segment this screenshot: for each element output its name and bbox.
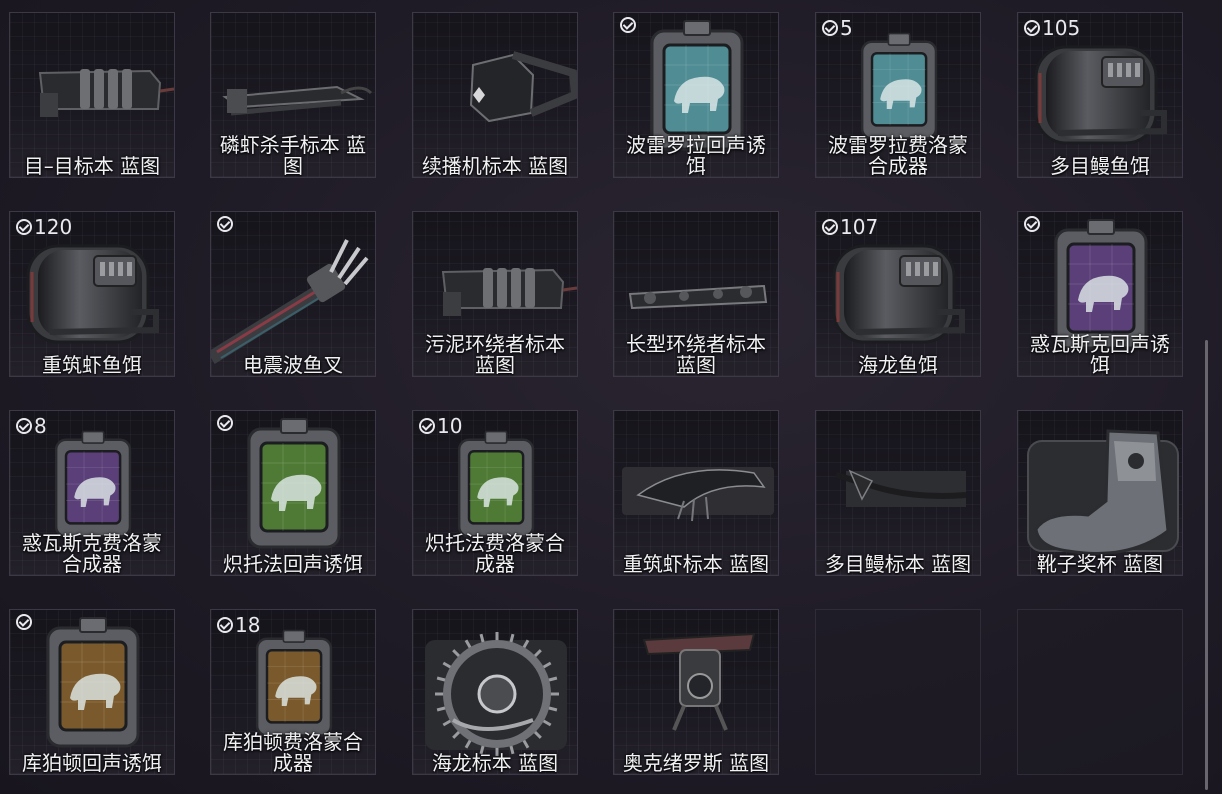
item-label: 库狛顿费洛蒙合成器 <box>223 730 363 775</box>
checkmark-icon <box>16 614 32 630</box>
item-tile[interactable]: 10 炽托法费洛蒙合成器 <box>412 410 578 576</box>
item-label: 磷虾杀手标本 蓝图 <box>219 133 367 178</box>
checkmark-icon <box>217 216 233 232</box>
owned-badge <box>620 17 636 33</box>
owned-badge: 8 <box>16 415 47 437</box>
checkmark-icon <box>217 415 233 431</box>
checkmark-icon <box>822 219 838 235</box>
item-tile[interactable]: 重筑虾标本 蓝图 <box>613 410 779 576</box>
item-tile[interactable]: 18 库狛顿费洛蒙合成器 <box>210 609 376 775</box>
item-label: 续播机标本 蓝图 <box>421 154 569 178</box>
item-label: 惑瓦斯克费洛蒙合成器 <box>22 531 162 576</box>
item-tile[interactable]: 磷虾杀手标本 蓝图 <box>210 12 376 178</box>
scrollbar[interactable] <box>1205 340 1208 790</box>
item-label: 炽托法费洛蒙合成器 <box>425 531 565 576</box>
owned-badge: 10 <box>419 415 462 437</box>
item-tile[interactable]: 靴子奖杯 蓝图 <box>1017 410 1183 576</box>
owned-badge: 5 <box>822 17 853 39</box>
item-count: 105 <box>1042 16 1081 40</box>
item-tile[interactable]: 续播机标本 蓝图 <box>412 12 578 178</box>
item-label: 靴子奖杯 蓝图 <box>1036 552 1164 576</box>
item-label: 多目鳗鱼饵 <box>1050 154 1150 178</box>
item-tile[interactable]: 炽托法回声诱饵 <box>210 410 376 576</box>
checkmark-icon <box>1024 20 1040 36</box>
checkmark-icon <box>217 617 233 633</box>
item-label: 重筑虾鱼饵 <box>42 353 142 377</box>
item-label: 波雷罗拉费洛蒙合成器 <box>828 133 968 178</box>
item-label: 多目鳗标本 蓝图 <box>824 552 972 576</box>
checkmark-icon <box>16 219 32 235</box>
item-tile[interactable]: 120 重筑虾鱼饵 <box>9 211 175 377</box>
item-count: 120 <box>34 215 73 239</box>
empty-slot <box>1017 609 1183 775</box>
item-tile[interactable]: 107 海龙鱼饵 <box>815 211 981 377</box>
item-tile[interactable]: 8 惑瓦斯克费洛蒙合成器 <box>9 410 175 576</box>
item-label: 库狛顿回声诱饵 <box>22 751 162 775</box>
item-count: 8 <box>34 414 47 438</box>
item-count: 18 <box>235 613 261 637</box>
checkmark-icon <box>16 418 32 434</box>
item-tile[interactable]: 105 多目鳗鱼饵 <box>1017 12 1183 178</box>
item-tile[interactable]: 电震波鱼叉 <box>210 211 376 377</box>
owned-badge: 105 <box>1024 17 1080 39</box>
item-label: 波雷罗拉回声诱饵 <box>626 133 766 178</box>
owned-badge <box>1024 216 1040 232</box>
checkmark-icon <box>419 418 435 434</box>
item-tile[interactable]: 库狛顿回声诱饵 <box>9 609 175 775</box>
owned-badge: 120 <box>16 216 72 238</box>
item-tile[interactable]: 波雷罗拉回声诱饵 <box>613 12 779 178</box>
owned-badge <box>217 415 233 431</box>
item-tile[interactable]: 目–目标本 蓝图 <box>9 12 175 178</box>
empty-slot <box>815 609 981 775</box>
item-label: 海龙标本 蓝图 <box>431 751 559 775</box>
item-tile[interactable]: 奥克绪罗斯 蓝图 <box>613 609 779 775</box>
item-label: 污泥环绕者标本 蓝图 <box>425 332 565 377</box>
item-label: 奥克绪罗斯 蓝图 <box>622 751 770 775</box>
item-label: 惑瓦斯克回声诱饵 <box>1030 332 1170 377</box>
item-label: 海龙鱼饵 <box>858 353 938 377</box>
item-count: 10 <box>437 414 463 438</box>
item-label: 目–目标本 蓝图 <box>23 154 161 178</box>
checkmark-icon <box>1024 216 1040 232</box>
item-count: 107 <box>840 215 879 239</box>
item-label: 电震波鱼叉 <box>243 353 343 377</box>
item-tile[interactable]: 惑瓦斯克回声诱饵 <box>1017 211 1183 377</box>
item-label: 重筑虾标本 蓝图 <box>622 552 770 576</box>
item-tile[interactable]: 污泥环绕者标本 蓝图 <box>412 211 578 377</box>
owned-badge: 107 <box>822 216 878 238</box>
item-tile[interactable]: 长型环绕者标本 蓝图 <box>613 211 779 377</box>
checkmark-icon <box>620 17 636 33</box>
item-label: 炽托法回声诱饵 <box>223 552 363 576</box>
owned-badge <box>16 614 32 630</box>
item-tile[interactable]: 海龙标本 蓝图 <box>412 609 578 775</box>
owned-badge <box>217 216 233 232</box>
checkmark-icon <box>822 20 838 36</box>
item-count: 5 <box>840 16 853 40</box>
item-tile[interactable]: 多目鳗标本 蓝图 <box>815 410 981 576</box>
item-label: 长型环绕者标本 蓝图 <box>626 332 766 377</box>
item-tile[interactable]: 5 波雷罗拉费洛蒙合成器 <box>815 12 981 178</box>
owned-badge: 18 <box>217 614 260 636</box>
item-grid: 目–目标本 蓝图 磷虾杀手标本 蓝图 续播机标本 蓝图 波雷罗拉回声诱饵 5 波… <box>0 0 1222 794</box>
